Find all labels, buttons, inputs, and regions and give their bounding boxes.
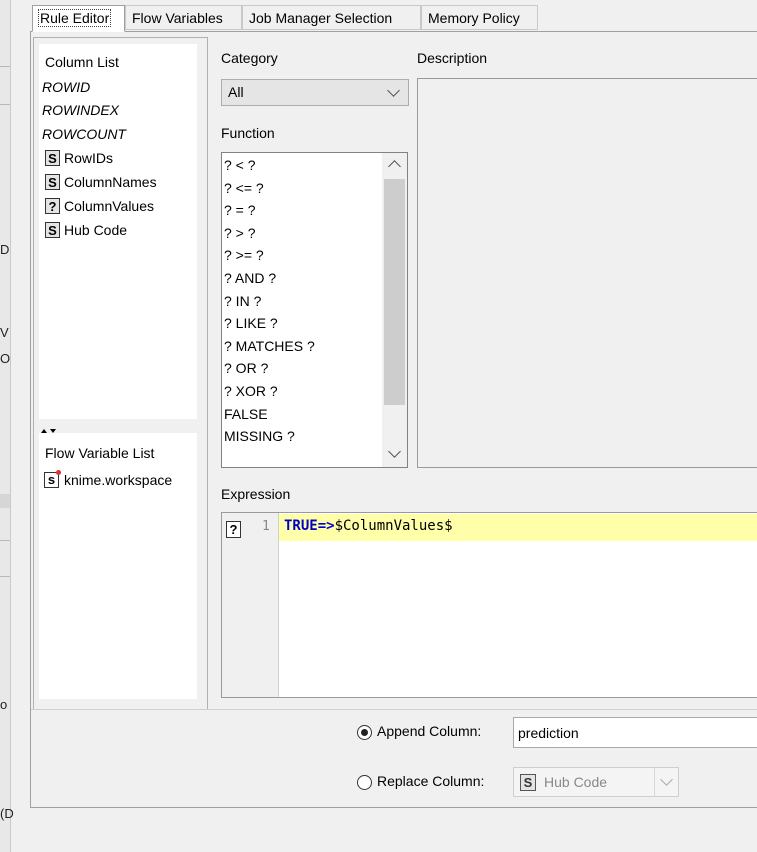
- flow-variable-name: knime.workspace: [64, 472, 173, 488]
- list-item-column[interactable]: ? ColumnValues: [45, 198, 154, 214]
- function-item[interactable]: ? AND ?: [222, 267, 382, 290]
- flow-variable-list-title: Flow Variable List: [45, 445, 155, 461]
- function-item[interactable]: ? <= ?: [222, 177, 382, 200]
- scrollbar-thumb[interactable]: [384, 179, 405, 405]
- bg-text-fragment: O: [0, 351, 11, 366]
- function-item[interactable]: FALSE: [222, 403, 382, 426]
- bg-text-fragment: D: [0, 242, 10, 257]
- string-type-icon: S: [45, 150, 60, 166]
- function-item[interactable]: ? OR ?: [222, 357, 382, 380]
- function-items: ? < ? ? <= ? ? = ? ? > ? ? >= ? ? AND ? …: [222, 154, 382, 448]
- chevron-down-icon: [387, 84, 400, 97]
- append-column-input[interactable]: prediction: [513, 717, 757, 748]
- string-type-icon: S: [45, 222, 60, 238]
- column-type-icon: ?: [226, 521, 241, 538]
- line-number: 1: [262, 519, 270, 534]
- tab-label: Memory Policy: [428, 10, 520, 26]
- append-column-radio[interactable]: [357, 725, 372, 740]
- column-name: Hub Code: [64, 222, 128, 238]
- append-column-label: Append Column:: [377, 723, 482, 739]
- function-item[interactable]: ? LIKE ?: [222, 312, 382, 335]
- bg-divider: [0, 66, 10, 67]
- category-label: Category: [221, 50, 278, 66]
- category-value: All: [228, 84, 244, 100]
- list-item-rowid[interactable]: ROWID: [42, 79, 90, 95]
- function-scrollbar[interactable]: [382, 153, 407, 467]
- description-label: Description: [417, 50, 488, 66]
- tab-flow-variables[interactable]: Flow Variables: [125, 5, 242, 30]
- list-item-column[interactable]: S Hub Code: [45, 222, 127, 238]
- replace-column-radio[interactable]: [357, 775, 372, 790]
- function-item[interactable]: ? MATCHES ?: [222, 335, 382, 358]
- tab-rule-editor[interactable]: Rule Editor: [32, 5, 125, 32]
- function-item[interactable]: ? < ?: [222, 154, 382, 177]
- expression-line[interactable]: TRUE=>$ColumnValues$: [284, 518, 453, 534]
- function-item[interactable]: MISSING ?: [222, 425, 382, 448]
- unknown-type-icon: ?: [45, 198, 60, 214]
- description-box: [417, 78, 757, 468]
- column-name: ColumnValues: [64, 198, 155, 214]
- bg-selected-row: [0, 494, 10, 508]
- function-item[interactable]: ? = ?: [222, 199, 382, 222]
- list-item-flow-variable[interactable]: s knime.workspace: [44, 470, 173, 488]
- function-item[interactable]: ? > ?: [222, 222, 382, 245]
- function-item[interactable]: ? >= ?: [222, 244, 382, 267]
- background-window-strip: D V O o (D: [0, 0, 14, 852]
- function-label: Function: [221, 125, 275, 141]
- flow-variable-dot: [56, 470, 61, 475]
- tab-label: Job Manager Selection: [249, 10, 393, 26]
- replace-column-label: Replace Column:: [377, 773, 485, 789]
- function-item[interactable]: ? IN ?: [222, 290, 382, 313]
- list-item-rowindex[interactable]: ROWINDEX: [42, 102, 119, 118]
- string-type-icon: S: [45, 174, 60, 190]
- tab-label: Flow Variables: [132, 10, 223, 26]
- flow-variable-type: s: [47, 472, 56, 487]
- scroll-down-icon[interactable]: [388, 445, 401, 458]
- string-flow-variable-icon: s: [44, 470, 61, 488]
- expression-label: Expression: [221, 486, 291, 502]
- list-item-column[interactable]: S RowIDs: [45, 150, 113, 166]
- list-item-rowcount[interactable]: ROWCOUNT: [42, 126, 126, 142]
- expression-keyword: TRUE=>: [284, 518, 335, 534]
- scroll-up-icon[interactable]: [388, 160, 401, 173]
- category-dropdown[interactable]: All: [221, 79, 409, 106]
- tab-memory-policy[interactable]: Memory Policy: [421, 5, 538, 30]
- expression-editor[interactable]: ? 1 TRUE=>$ColumnValues$: [221, 512, 757, 698]
- bg-text-fragment: V: [0, 325, 9, 340]
- string-type-icon: S: [520, 774, 536, 791]
- function-item[interactable]: ? XOR ?: [222, 380, 382, 403]
- expression-column-ref: $ColumnValues$: [334, 518, 453, 534]
- split-pane-divider[interactable]: [40, 422, 64, 433]
- chevron-down-icon: [660, 773, 673, 786]
- column-name: ColumnNames: [64, 174, 157, 190]
- tab-job-manager-selection[interactable]: Job Manager Selection: [242, 5, 421, 30]
- dropdown-divider: [654, 768, 655, 796]
- section-divider: [31, 709, 757, 710]
- editor-gutter: [222, 513, 279, 697]
- bg-divider: [0, 104, 10, 105]
- replace-column-value: Hub Code: [544, 774, 608, 790]
- radio-selected-dot: [361, 729, 368, 736]
- function-list[interactable]: ? < ? ? <= ? ? = ? ? > ? ? >= ? ? AND ? …: [221, 152, 408, 468]
- bg-text-fragment: o: [0, 697, 8, 712]
- column-name: RowIDs: [64, 150, 114, 166]
- column-list-title: Column List: [45, 54, 119, 70]
- bg-text-fragment: (D: [0, 806, 14, 821]
- replace-column-dropdown[interactable]: S Hub Code: [513, 767, 679, 797]
- tab-label: Rule Editor: [37, 9, 112, 27]
- bg-divider: [0, 540, 10, 541]
- list-item-column[interactable]: S ColumnNames: [45, 174, 157, 190]
- bg-divider: [0, 576, 10, 577]
